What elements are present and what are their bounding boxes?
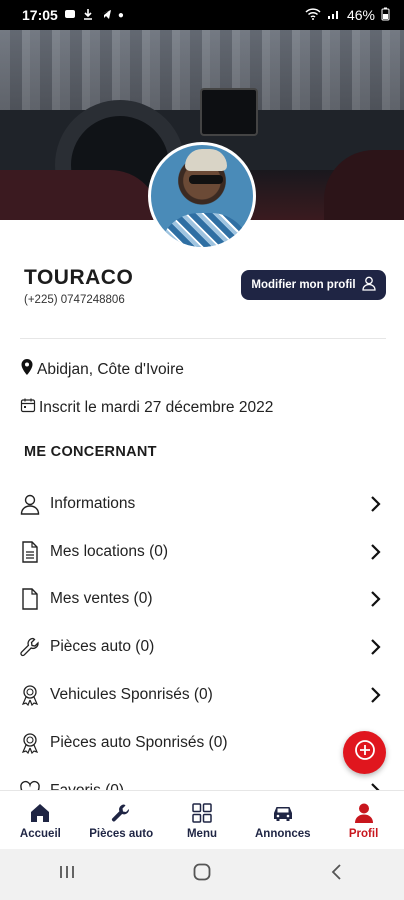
menu-item-label: Pièces auto (0) [50, 638, 155, 656]
bottom-navigation: Accueil Pièces auto Menu Annonces Profil [0, 790, 404, 849]
chevron-right-icon [368, 495, 382, 513]
download-icon [82, 7, 94, 23]
edit-profile-label: Modifier mon profil [251, 279, 356, 291]
status-time: 17:05 [22, 7, 58, 23]
signal-icon [327, 7, 341, 23]
notification-icon [64, 7, 76, 23]
divider [20, 338, 386, 339]
profile-menu-list: Informations Mes locations (0) Mes vente… [0, 480, 404, 815]
recent-apps-icon [58, 864, 76, 885]
section-title: ME CONCERNANT [24, 444, 157, 460]
chevron-right-icon [368, 590, 382, 608]
document-icon [18, 540, 42, 564]
menu-item-informations[interactable]: Informations [0, 480, 404, 528]
location-text: Abidjan, Côte d'Ivoire [37, 360, 184, 378]
menu-item-label: Informations [50, 494, 136, 512]
joined-row: Inscrit le mardi 27 décembre 2022 [20, 397, 273, 418]
menu-item-locations[interactable]: Mes locations (0) [0, 528, 404, 576]
joined-text: Inscrit le mardi 27 décembre 2022 [39, 398, 274, 416]
home-system-button[interactable] [182, 855, 222, 895]
nav-label: Menu [186, 827, 217, 840]
chevron-right-icon [368, 638, 382, 656]
system-navigation-bar [0, 849, 404, 900]
calendar-icon [20, 397, 36, 418]
nav-label: Pièces auto [89, 827, 154, 840]
car-icon [271, 801, 295, 825]
location-row: Abidjan, Côte d'Ivoire [20, 358, 184, 381]
chevron-right-icon [368, 686, 382, 704]
award-icon [18, 731, 42, 755]
home-icon [28, 801, 52, 825]
home-circle-icon [192, 862, 212, 887]
menu-item-label: Pièces auto Sponrisés (0) [50, 733, 228, 751]
telegram-icon [100, 7, 112, 23]
nav-annonces[interactable]: Annonces [243, 801, 323, 840]
wifi-icon [305, 7, 321, 23]
battery-label: 46% [346, 7, 375, 23]
wrench-icon [18, 635, 42, 659]
edit-profile-button[interactable]: Modifier mon profil [241, 270, 386, 300]
recent-apps-button[interactable] [47, 855, 87, 895]
award-icon [18, 683, 42, 707]
avatar[interactable] [148, 142, 256, 250]
plus-circle-icon [354, 739, 376, 766]
back-system-button[interactable] [317, 855, 357, 895]
menu-item-label: Mes locations (0) [50, 542, 169, 560]
wrench-icon [109, 801, 133, 825]
user-icon [361, 276, 376, 294]
menu-item-vehicules-sponsorises[interactable]: Vehicules Sponrisés (0) [0, 671, 404, 719]
nav-accueil[interactable]: Accueil [0, 801, 80, 840]
file-icon [18, 587, 42, 611]
user-icon [352, 801, 376, 825]
chevron-right-icon [368, 543, 382, 561]
user-icon [18, 492, 42, 516]
add-fab-button[interactable] [343, 731, 386, 774]
profile-name: TOURACO [24, 266, 134, 289]
nav-menu[interactable]: Menu [162, 801, 242, 840]
battery-icon [381, 7, 390, 24]
location-pin-icon [20, 358, 34, 381]
more-notifications-icon: ● [117, 9, 124, 21]
menu-item-pieces-auto[interactable]: Pièces auto (0) [0, 623, 404, 671]
profile-phone: (+225) 0747248806 [24, 294, 125, 306]
nav-label: Accueil [19, 827, 61, 840]
nav-profil[interactable]: Profil [324, 801, 404, 840]
back-arrow-icon [330, 863, 344, 886]
nav-pieces-auto[interactable]: Pièces auto [81, 801, 161, 840]
menu-item-label: Vehicules Sponrisés (0) [50, 686, 213, 704]
menu-item-ventes[interactable]: Mes ventes (0) [0, 576, 404, 624]
nav-label: Annonces [254, 827, 311, 840]
grid-icon [190, 801, 214, 825]
menu-item-label: Mes ventes (0) [50, 590, 153, 608]
nav-label: Profil [348, 827, 379, 840]
status-bar: 17:05 ● 46% [0, 0, 404, 30]
